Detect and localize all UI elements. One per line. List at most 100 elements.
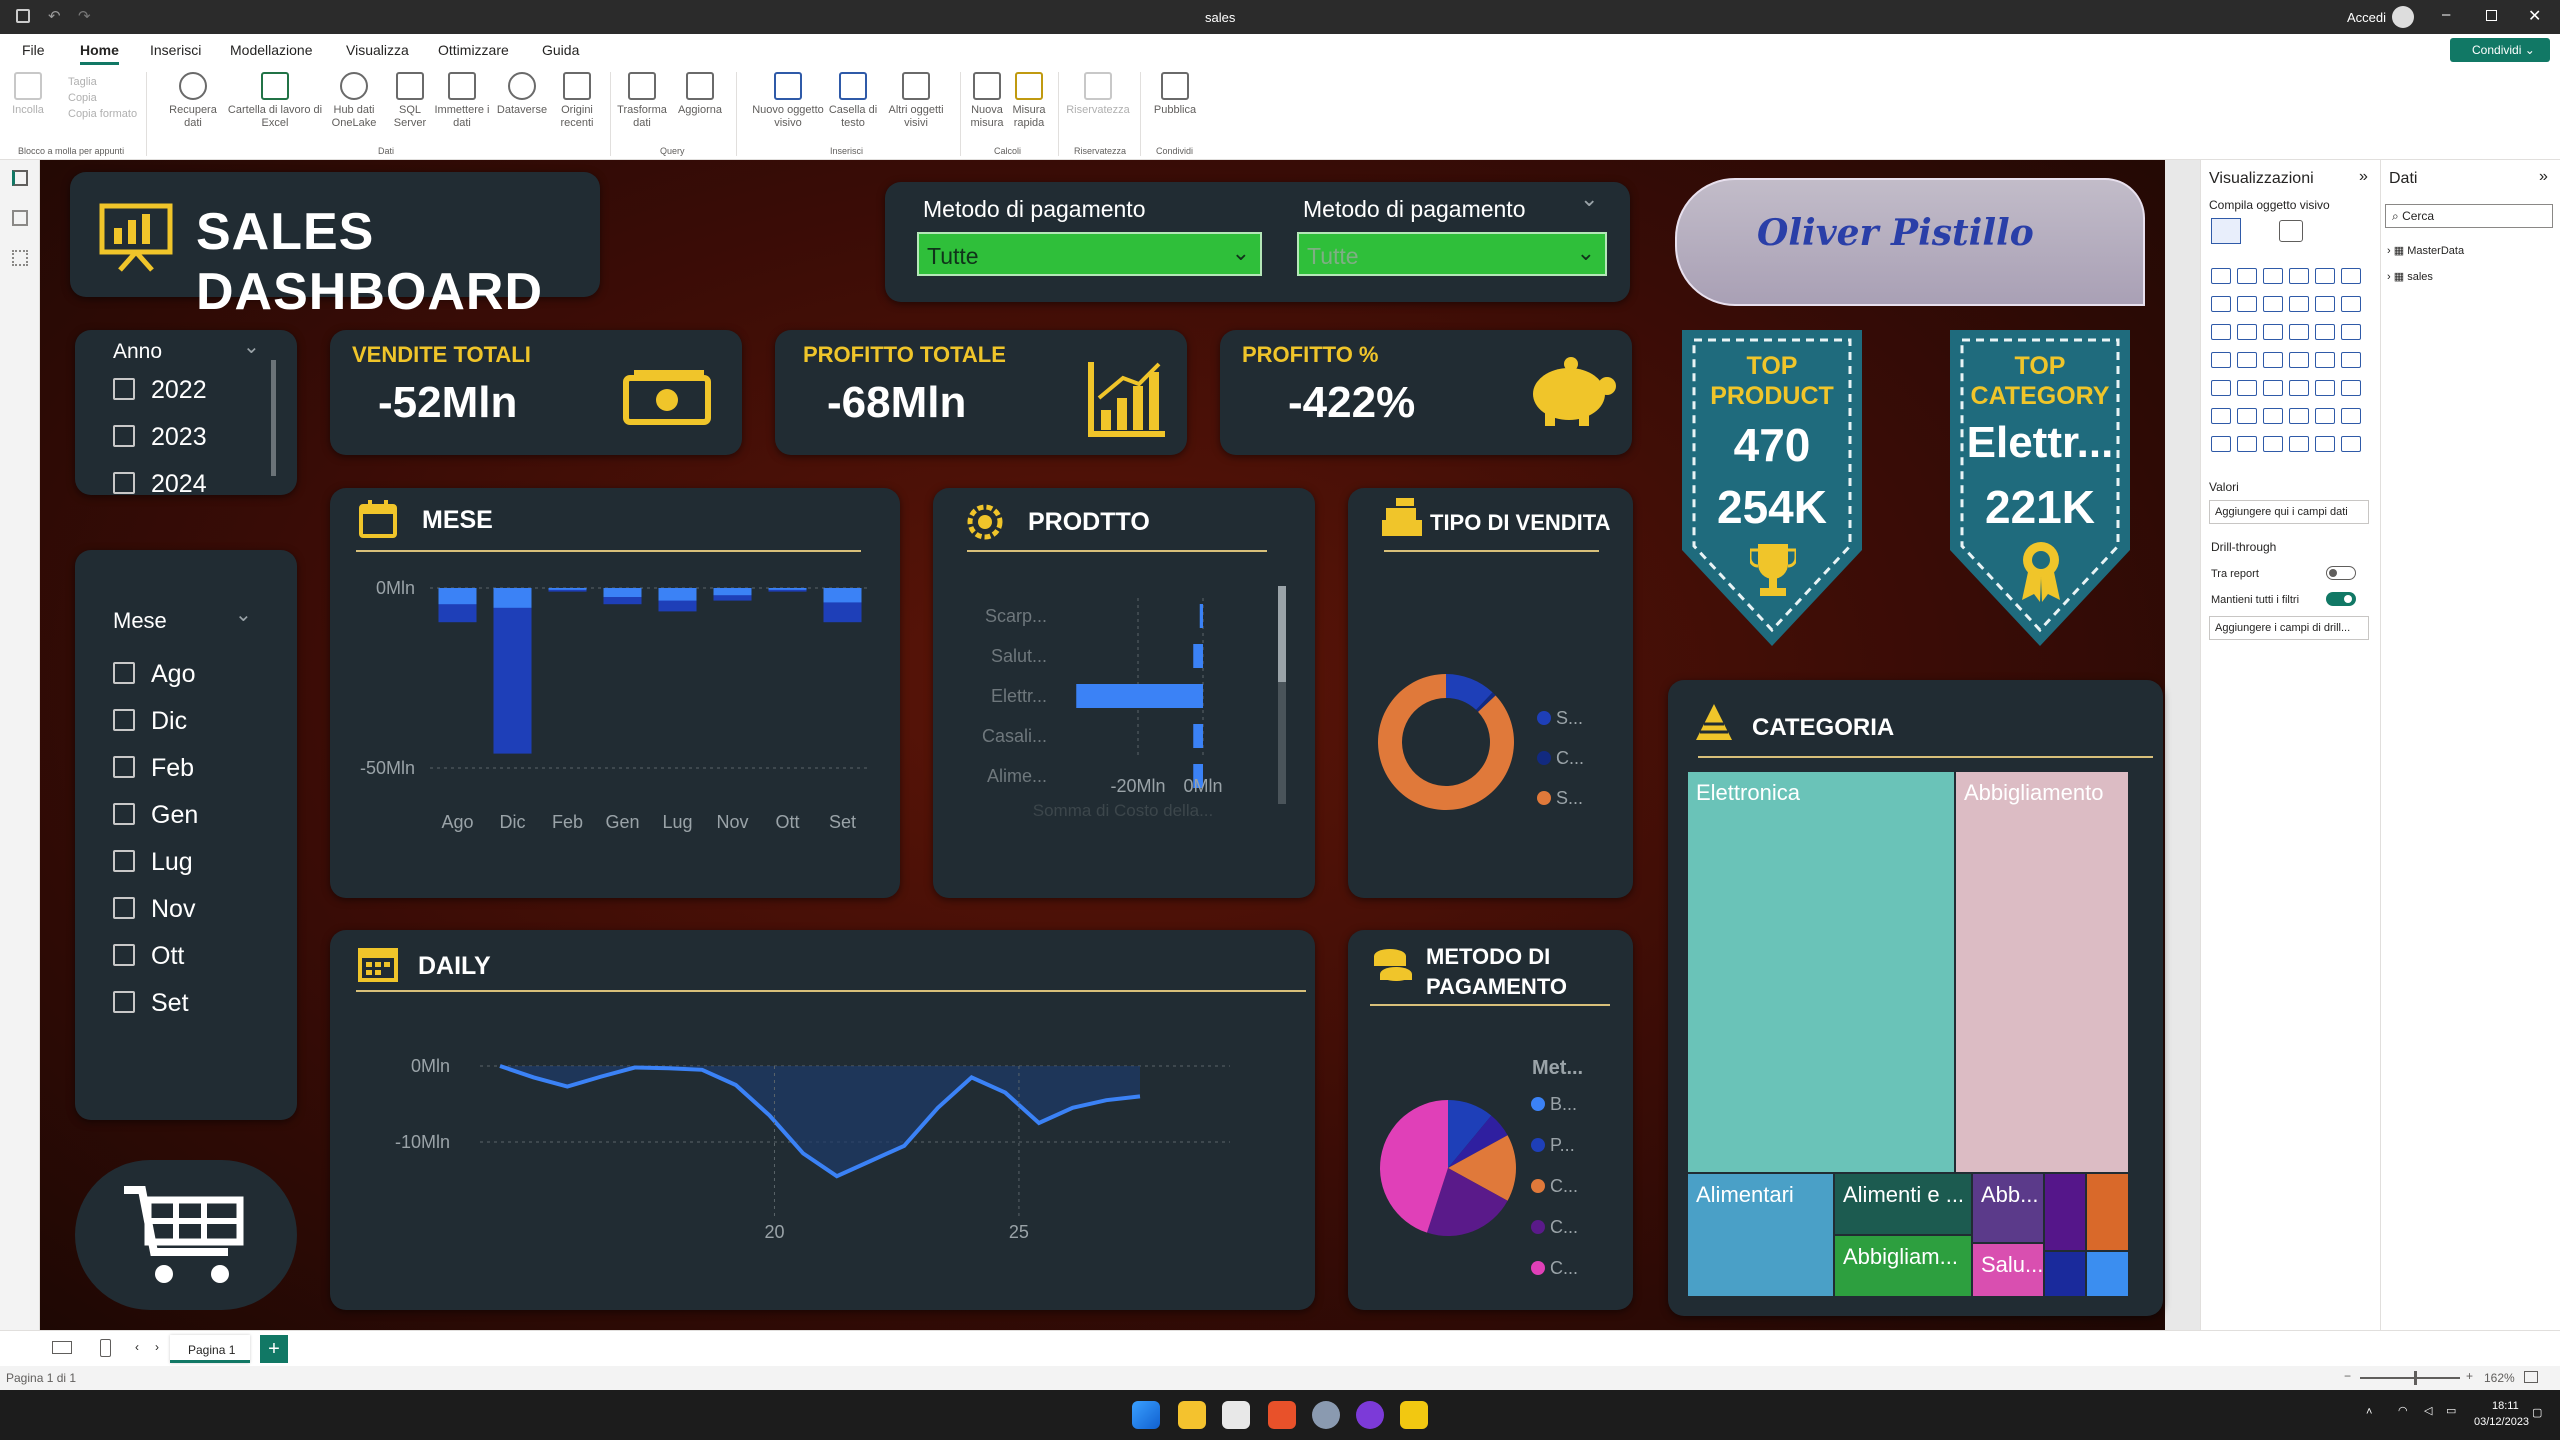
visual-type-icon[interactable] [2263, 380, 2283, 396]
add-page-button[interactable]: + [260, 1335, 288, 1363]
treemap-tile[interactable] [2045, 1252, 2085, 1296]
bar[interactable] [1076, 684, 1203, 708]
prev-page-icon[interactable]: ‹ [135, 1340, 139, 1354]
data-search-input[interactable]: ⌕ Cerca [2385, 204, 2553, 228]
visual-type-icon[interactable] [2237, 296, 2257, 312]
slicer-item[interactable]: 2024 [113, 470, 253, 500]
textbox-button[interactable]: Casella di testo [828, 72, 878, 130]
file-explorer-icon[interactable] [1178, 1401, 1206, 1429]
table-view-icon[interactable] [12, 210, 28, 226]
category-card[interactable]: CATEGORIA Elettronica Abbigliamento Alim… [1668, 680, 2163, 1316]
get-data-button[interactable]: Recupera dati [166, 72, 220, 130]
enter-data-button[interactable]: Immettere i dati [430, 72, 494, 130]
report-view-icon[interactable] [12, 170, 28, 186]
treemap-tile[interactable]: Abb... [1973, 1174, 2043, 1242]
slicer-item[interactable]: Set [113, 989, 253, 1019]
fit-page-icon[interactable] [2524, 1371, 2538, 1383]
recent-sources-button[interactable]: Origini recenti [550, 72, 604, 130]
chevron-down-icon[interactable]: ⌄ [243, 334, 260, 359]
checkbox[interactable] [113, 803, 135, 825]
visual-type-icon[interactable] [2263, 408, 2283, 424]
more-visuals-button[interactable]: Altri oggetti visivi [880, 72, 952, 130]
visual-type-icon[interactable] [2315, 296, 2335, 312]
tab-view[interactable]: Visualizza [346, 42, 409, 58]
bar[interactable] [823, 588, 862, 603]
chevron-down-icon[interactable]: ⌄ [1580, 186, 1598, 212]
cut-button[interactable]: Taglia [52, 74, 137, 90]
store-icon[interactable] [1222, 1401, 1250, 1429]
visual-type-icon[interactable] [2263, 436, 2283, 452]
tab-file[interactable]: File [22, 42, 45, 58]
table-item-sales[interactable]: › ▦ sales [2387, 270, 2433, 283]
visual-type-icon[interactable] [2263, 296, 2283, 312]
visual-type-icon[interactable] [2237, 268, 2257, 284]
tab-home[interactable]: Home [80, 42, 119, 65]
slicer-item[interactable]: Ago [113, 660, 253, 690]
visual-type-icon[interactable] [2237, 324, 2257, 340]
visual-type-icon[interactable] [2315, 408, 2335, 424]
slicer-item[interactable]: Ott [113, 942, 253, 972]
visual-type-icon[interactable] [2289, 324, 2309, 340]
checkbox[interactable] [113, 991, 135, 1013]
visual-type-icon[interactable] [2289, 296, 2309, 312]
tab-insert[interactable]: Inserisci [150, 42, 201, 58]
product-chart-card[interactable]: PRODTTO Scarp... Salut... Elettr... Casali.… [933, 488, 1315, 898]
visual-type-icon[interactable] [2341, 324, 2361, 340]
notification-icon[interactable]: ▢ [2532, 1406, 2542, 1419]
settings-gear-icon[interactable] [1312, 1401, 1340, 1429]
visual-type-icon[interactable] [2237, 352, 2257, 368]
payment-dropdown-1[interactable]: Tutte ⌄ [917, 232, 1262, 276]
checkbox[interactable] [113, 944, 135, 966]
bar[interactable] [548, 588, 587, 590]
excel-button[interactable]: Cartella di lavoro di Excel [220, 72, 330, 130]
visual-type-icon[interactable] [2289, 436, 2309, 452]
bar[interactable] [1199, 604, 1203, 628]
undo-icon[interactable]: ↶ [48, 7, 61, 25]
checkbox[interactable] [113, 425, 135, 447]
new-measure-button[interactable]: Nuova misura [964, 72, 1010, 130]
checkbox[interactable] [113, 378, 135, 400]
format-painter-button[interactable]: Copia formato [52, 106, 137, 122]
bar[interactable] [493, 588, 532, 608]
redo-icon[interactable]: ↷ [78, 7, 91, 25]
bar[interactable] [658, 588, 697, 601]
build-visual-icon[interactable] [2211, 218, 2241, 244]
bar[interactable] [603, 588, 642, 597]
visual-type-icon[interactable] [2211, 268, 2231, 284]
tab-optimize[interactable]: Ottimizzare [438, 42, 509, 58]
visual-type-icon[interactable] [2211, 352, 2231, 368]
zoom-out-icon[interactable]: − [2344, 1369, 2351, 1383]
slicer-item[interactable]: Feb [113, 754, 253, 784]
bar[interactable] [1193, 644, 1203, 668]
treemap-tile[interactable]: Elettronica [1688, 772, 1954, 1172]
visual-type-icon[interactable] [2237, 380, 2257, 396]
visual-type-icon[interactable] [2211, 380, 2231, 396]
sales-type-card[interactable]: TIPO DI VENDITA S... C... S... [1348, 488, 1633, 898]
close-icon[interactable]: ✕ [2528, 6, 2541, 26]
visual-type-icon[interactable] [2263, 324, 2283, 340]
copy-button[interactable]: Copia [52, 90, 137, 106]
treemap-tile[interactable]: Alimenti e ... [1835, 1174, 1971, 1234]
visual-type-icon[interactable] [2315, 436, 2335, 452]
visual-type-icon[interactable] [2289, 268, 2309, 284]
chart-scrollbar[interactable] [1278, 586, 1286, 804]
slicer-item[interactable]: Gen [113, 801, 253, 831]
sensitivity-button[interactable]: Riservatezza [1062, 72, 1134, 117]
visual-type-icon[interactable] [2315, 380, 2335, 396]
brave-browser-icon[interactable] [1268, 1401, 1296, 1429]
visual-type-icon[interactable] [2211, 296, 2231, 312]
bar[interactable] [438, 588, 477, 605]
visual-type-icon[interactable] [2341, 380, 2361, 396]
visual-type-icon[interactable] [2341, 268, 2361, 284]
cart-button[interactable] [75, 1160, 297, 1310]
slicer-scrollbar[interactable] [271, 360, 276, 476]
treemap-tile[interactable] [2087, 1174, 2128, 1250]
visual-type-icon[interactable] [2289, 408, 2309, 424]
table-item-masterdata[interactable]: › ▦ MasterData [2387, 244, 2464, 257]
next-page-icon[interactable]: › [155, 1340, 159, 1354]
mobile-view-icon[interactable] [100, 1339, 111, 1357]
treemap-tile[interactable] [2045, 1174, 2085, 1250]
visual-type-icon[interactable] [2289, 380, 2309, 396]
save-icon[interactable] [16, 9, 30, 23]
slicer-item[interactable]: Dic [113, 707, 253, 737]
